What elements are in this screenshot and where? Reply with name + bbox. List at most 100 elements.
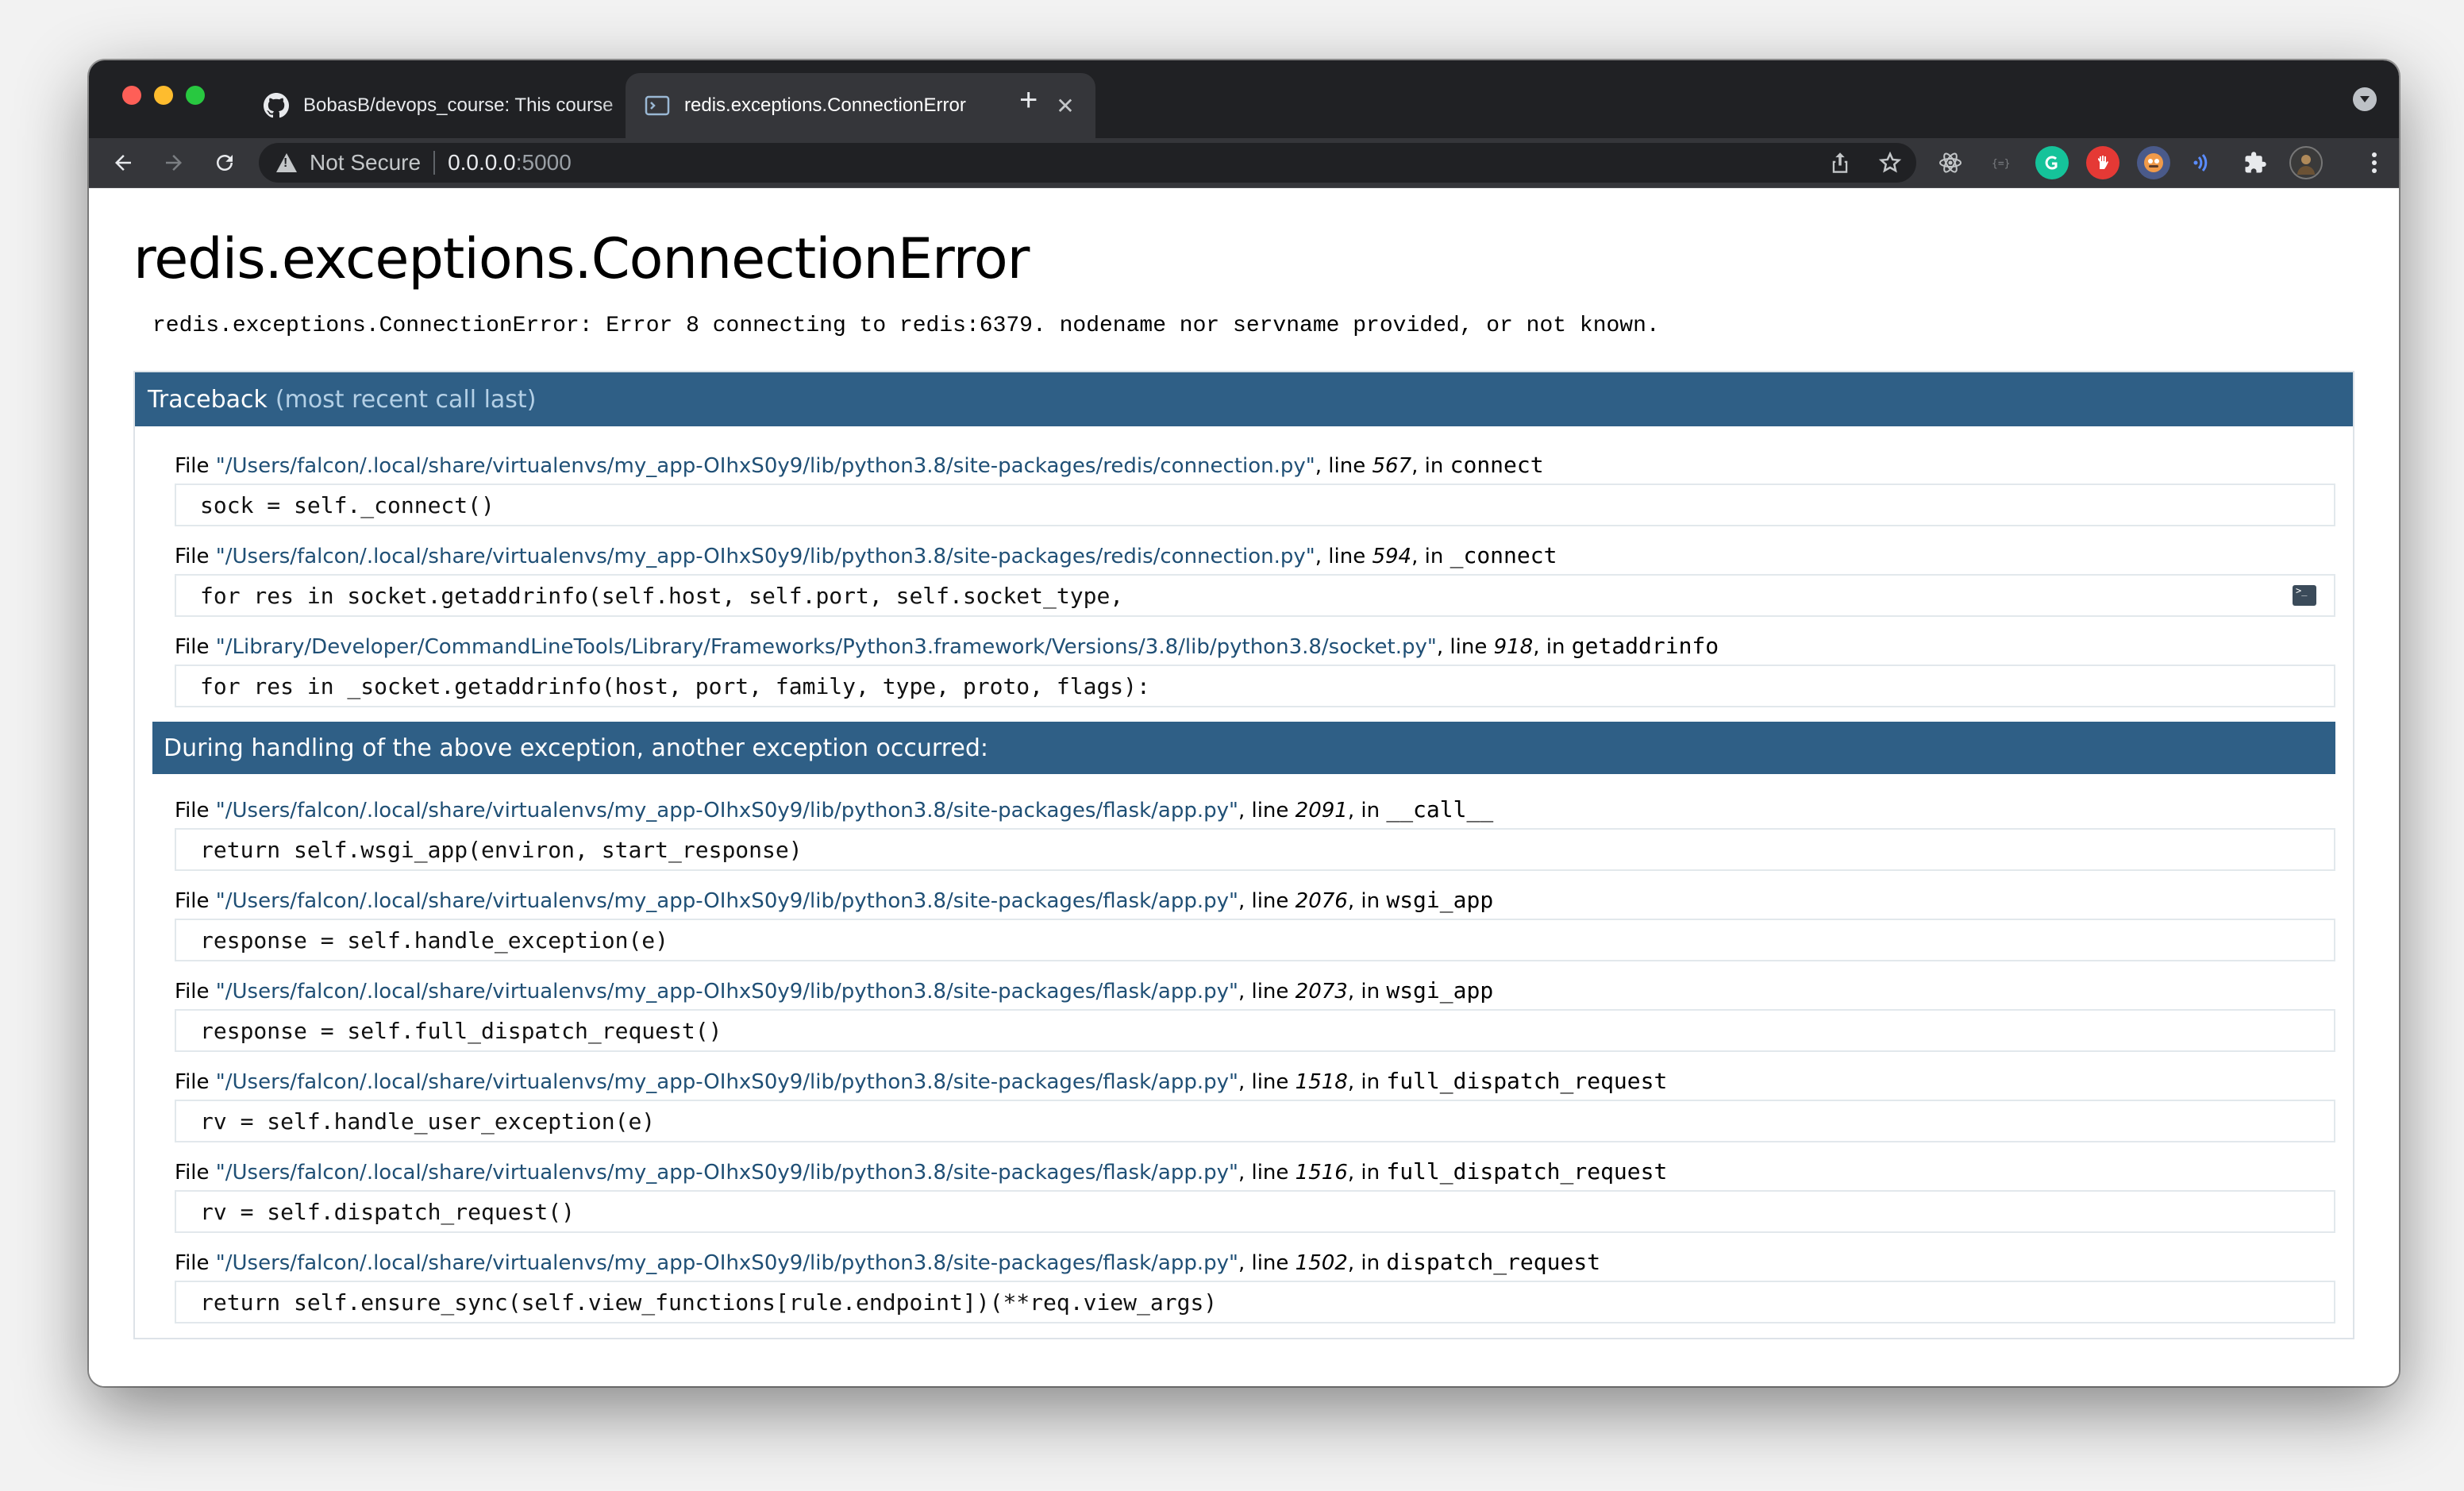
reload-icon: [217, 155, 233, 171]
forward-button[interactable]: [156, 144, 192, 181]
back-button[interactable]: [105, 144, 141, 181]
frame-code-line[interactable]: sock = self._connect(): [175, 484, 2335, 526]
adblock-icon[interactable]: [2086, 146, 2119, 179]
frame-code-line[interactable]: return self.wsgi_app(environ, start_resp…: [175, 828, 2335, 871]
frame-file-path: "/Users/falcon/.local/share/virtualenvs/…: [215, 1251, 1238, 1275]
privacy-badger-icon[interactable]: [2137, 146, 2170, 179]
line-word: line: [1328, 454, 1366, 478]
reload-button[interactable]: [206, 144, 243, 181]
open-console-icon[interactable]: [2293, 585, 2316, 606]
frame-line-number: 2091: [1295, 799, 1348, 823]
frames-after-list: File "/Users/falcon/.local/share/virtual…: [152, 795, 2335, 1323]
in-word: in: [1361, 889, 1380, 913]
frame-file-path: "/Users/falcon/.local/share/virtualenvs/…: [215, 980, 1238, 1004]
share-icon[interactable]: [1829, 151, 1851, 175]
tab-title: BobasB/devops_course: This course: [303, 94, 614, 116]
url-port: :5000: [515, 150, 572, 175]
close-window-button[interactable]: [122, 86, 141, 105]
frame-location: File "/Library/Developer/CommandLineTool…: [175, 633, 1719, 659]
arrow-left-icon: [115, 155, 131, 171]
traceback-panel: Traceback (most recent call last) File "…: [133, 371, 2354, 1339]
in-word: in: [1546, 635, 1565, 659]
frame-location: File "/Users/falcon/.local/share/virtual…: [175, 542, 1557, 568]
code-text: for res in _socket.getaddrinfo(host, por…: [200, 672, 1150, 699]
in-word: in: [1361, 1161, 1380, 1185]
traceback-frame: File "/Users/falcon/.local/share/virtual…: [175, 885, 2335, 961]
frame-code-line[interactable]: rv = self.dispatch_request(): [175, 1190, 2335, 1233]
frame-code-line[interactable]: return self.ensure_sync(self.view_functi…: [175, 1281, 2335, 1323]
frame-line-number: 2076: [1295, 889, 1348, 913]
frame-line-number: 918: [1493, 635, 1534, 659]
file-word: File: [175, 980, 210, 1004]
file-word: File: [175, 1251, 210, 1275]
frame-file-path: "/Users/falcon/.local/share/virtualenvs/…: [215, 889, 1238, 913]
frame-function-name: __call__: [1386, 796, 1494, 823]
in-word: in: [1361, 799, 1380, 823]
frame-function-name: _connect: [1450, 542, 1557, 568]
read-aloud-icon[interactable]: [2188, 146, 2221, 179]
file-word: File: [175, 454, 210, 478]
react-devtools-icon[interactable]: [1934, 146, 1967, 179]
page-title: redis.exceptions.ConnectionError: [133, 226, 1030, 291]
exception-divider: During handling of the above exception, …: [152, 722, 2335, 774]
file-word: File: [175, 545, 210, 568]
in-word: in: [1424, 454, 1444, 478]
traceback-frame: File "/Users/falcon/.local/share/virtual…: [175, 1066, 2335, 1142]
traceback-frame: File "/Library/Developer/CommandLineTool…: [175, 631, 2335, 707]
zoom-window-button[interactable]: [186, 86, 205, 105]
address-bar[interactable]: Not Secure 0.0.0.0:5000: [259, 143, 1916, 183]
frame-function-name: wsgi_app: [1386, 977, 1494, 1004]
frame-code-line[interactable]: rv = self.handle_user_exception(e): [175, 1100, 2335, 1142]
browser-toolbar: Not Secure 0.0.0.0:5000 {=}: [89, 138, 2399, 188]
bookmark-star-icon[interactable]: [1878, 151, 1902, 175]
omnibox-separator: [433, 151, 436, 175]
line-word: line: [1251, 980, 1289, 1004]
not-secure-label[interactable]: Not Secure: [310, 150, 421, 175]
tab-close-icon[interactable]: ✕: [1054, 93, 1076, 119]
frame-location: File "/Users/falcon/.local/share/virtual…: [175, 1068, 1668, 1094]
frame-file-path: "/Users/falcon/.local/share/virtualenvs/…: [215, 545, 1315, 568]
profile-avatar[interactable]: [2289, 146, 2323, 179]
tab-strip: BobasB/devops_course: This course ✕ redi…: [89, 60, 2399, 138]
line-word: line: [1251, 1161, 1289, 1185]
code-text: rv = self.dispatch_request(): [200, 1198, 576, 1225]
frame-location: File "/Users/falcon/.local/share/virtual…: [175, 977, 1494, 1004]
frame-file-path: "/Users/falcon/.local/share/virtualenvs/…: [215, 1070, 1238, 1094]
frames-before-list: File "/Users/falcon/.local/share/virtual…: [152, 450, 2335, 707]
frame-line-number: 1502: [1295, 1251, 1348, 1275]
puzzle-extensions-icon[interactable]: [2239, 146, 2272, 179]
frame-code-line[interactable]: response = self.handle_exception(e): [175, 919, 2335, 961]
traceback-frame: File "/Users/falcon/.local/share/virtual…: [175, 976, 2335, 1052]
json-viewer-icon[interactable]: {=}: [1985, 146, 2018, 179]
code-text: return self.ensure_sync(self.view_functi…: [200, 1289, 1218, 1316]
line-word: line: [1328, 545, 1366, 568]
code-text: sock = self._connect(): [200, 491, 495, 518]
new-tab-button[interactable]: +: [1019, 84, 1038, 116]
arrow-right-icon: [166, 155, 182, 171]
line-word: line: [1251, 799, 1289, 823]
file-word: File: [175, 1070, 210, 1094]
frame-line-number: 1516: [1295, 1161, 1348, 1185]
frame-location: File "/Users/falcon/.local/share/virtual…: [175, 452, 1544, 478]
frame-code-line[interactable]: for res in socket.getaddrinfo(self.host,…: [175, 574, 2335, 617]
frame-function-name: getaddrinfo: [1571, 633, 1719, 659]
frame-file-path: "/Users/falcon/.local/share/virtualenvs/…: [215, 799, 1238, 823]
page-content: redis.exceptions.ConnectionError redis.e…: [89, 188, 2399, 1386]
browser-menu-icon[interactable]: [2362, 144, 2386, 181]
traceback-header: Traceback (most recent call last): [135, 372, 2353, 426]
frame-file-path: "/Users/falcon/.local/share/virtualenvs/…: [215, 454, 1315, 478]
frame-file-path: "/Users/falcon/.local/share/virtualenvs/…: [215, 1161, 1238, 1185]
file-word: File: [175, 1161, 210, 1185]
file-word: File: [175, 635, 210, 659]
frame-code-line[interactable]: response = self.full_dispatch_request(): [175, 1009, 2335, 1052]
extensions-bar: {=}: [1934, 144, 2323, 181]
frame-function-name: wsgi_app: [1386, 887, 1494, 913]
frame-code-line[interactable]: for res in _socket.getaddrinfo(host, por…: [175, 665, 2335, 707]
tab-search-icon[interactable]: [2353, 87, 2377, 111]
minimize-window-button[interactable]: [154, 86, 173, 105]
frame-location: File "/Users/falcon/.local/share/virtual…: [175, 1158, 1668, 1185]
traceback-frame: File "/Users/falcon/.local/share/virtual…: [175, 450, 2335, 526]
svg-text:{=}: {=}: [1992, 158, 2010, 170]
traceback-label: Traceback: [148, 385, 268, 414]
grammarly-icon[interactable]: [2035, 146, 2069, 179]
